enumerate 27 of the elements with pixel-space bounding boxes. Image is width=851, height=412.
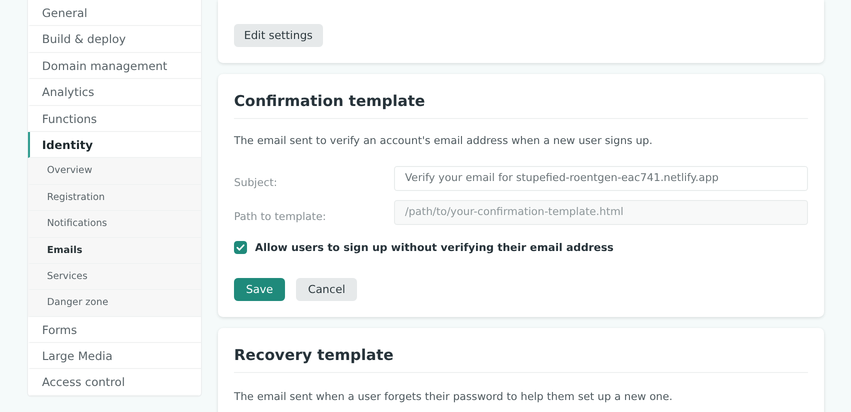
sidebar-item[interactable]: Analytics (28, 79, 201, 106)
sidebar-subitem[interactable]: Danger zone (28, 290, 201, 317)
section-title: Confirmation template (234, 74, 808, 119)
section-description: The email sent to verify an account's email address when a new user signs up. (234, 135, 654, 147)
sidebar-item[interactable]: Forms (28, 316, 201, 344)
sidebar-subitem[interactable]: Services (28, 264, 201, 290)
sidebar-subitem[interactable]: Overview (28, 158, 201, 185)
text-field[interactable]: /path/to/your-confirmation-template.html (394, 200, 808, 224)
edit-settings-button[interactable]: Edit settings (234, 24, 323, 47)
field-label: Subject: (234, 176, 278, 189)
text-field[interactable]: Verify your email for stupefied-roentgen-eac741.netlify.app (394, 166, 808, 190)
sidebar-item[interactable]: Domain management (28, 52, 201, 80)
checkbox-label: Allow users to sign up without verifying their email address (255, 242, 614, 254)
field-label: Path to template: (234, 210, 328, 223)
sidebar-item[interactable]: General (28, 0, 201, 26)
sidebar-item[interactable]: Access control (28, 369, 201, 396)
sidebar-subitem[interactable]: Notifications (28, 211, 201, 238)
section-title: Recovery template (234, 328, 808, 373)
save-button[interactable]: Save (234, 278, 286, 301)
sidebar-item[interactable]: Functions (28, 106, 201, 132)
sidebar-subitem[interactable]: Emails (28, 238, 201, 264)
sidebar-item[interactable]: Large Media (28, 343, 201, 370)
sidebar-subitem[interactable]: Registration (28, 184, 201, 212)
sidebar-item[interactable]: Build & deploy (28, 26, 201, 53)
checkbox[interactable] (234, 241, 247, 254)
cancel-button[interactable]: Cancel (296, 278, 358, 301)
section-description: The email sent when a user forgets their password to help them set up a new one. (234, 391, 674, 403)
